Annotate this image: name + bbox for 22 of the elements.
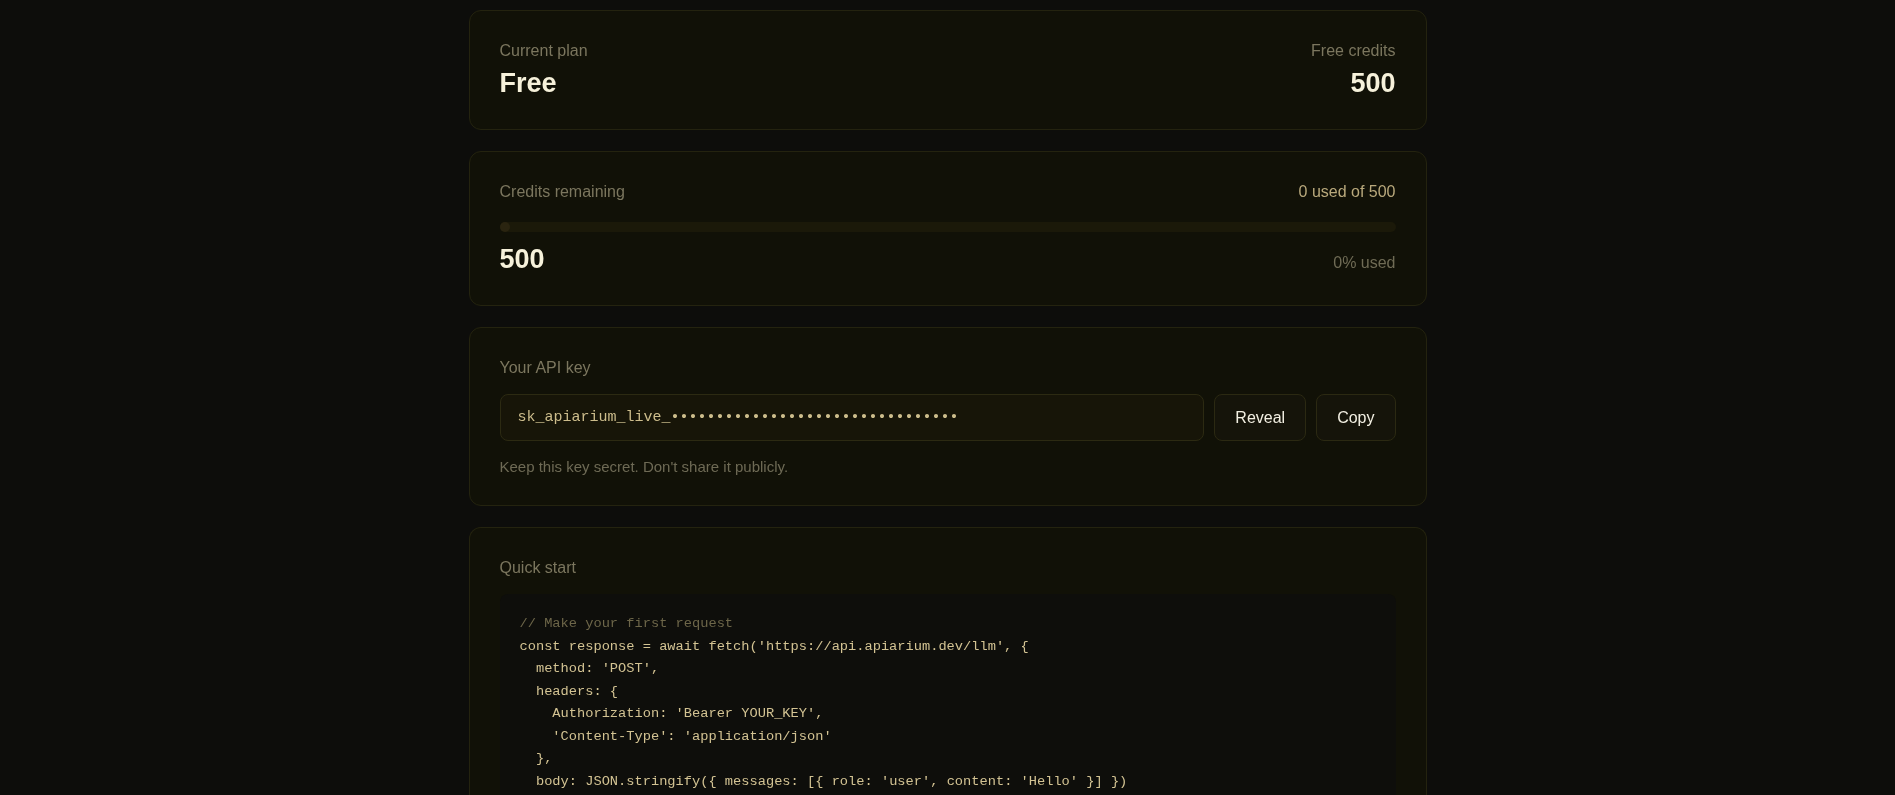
plan-label: Current plan <box>499 41 588 61</box>
code-line: body: JSON.stringify({ messages: [{ role: 'user', content: 'Hello' }] }) <box>535 773 1128 789</box>
reveal-button[interactable]: Reveal <box>1214 394 1307 441</box>
code-line: }, <box>535 751 553 766</box>
api-key-hint: Keep this key secret. Don't share it publicly. <box>499 457 789 477</box>
remaining-credits-value: 500 <box>499 243 545 275</box>
api-key-label: Your API key <box>499 358 591 378</box>
quick-start-title: Quick start <box>499 558 576 578</box>
code-line: Authorization: 'Bearer YOUR_KEY', <box>552 706 824 721</box>
percent-used-text: 0% used <box>1333 253 1396 273</box>
code-line: headers: { <box>535 683 619 699</box>
credits-label: Free credits <box>1311 41 1396 61</box>
copy-button[interactable]: Copy <box>1316 394 1396 441</box>
code-line: 'Content-Type': 'application/json' <box>552 728 832 744</box>
api-key-field[interactable]: sk_apiarium_live_•••••••••••••••••••••••••••••••• <box>499 394 1205 441</box>
usage-text: 0 used of 500 <box>1298 182 1396 202</box>
credits-value: 500 <box>1350 67 1396 99</box>
credits-remaining-label: Credits remaining <box>499 182 625 202</box>
code-line: const response = await fetch('https://api.apiarium.dev/llm', { <box>519 638 1029 654</box>
plan-name: Free <box>499 67 557 99</box>
code-line: method: 'POST', <box>535 661 660 676</box>
code-comment: // Make your first request <box>519 616 734 631</box>
